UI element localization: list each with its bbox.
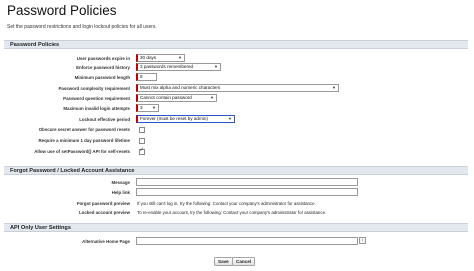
locked-preview-label: Locked account preview bbox=[79, 210, 130, 215]
complexity-label: Password complexity requirement bbox=[58, 86, 131, 91]
section-api-only: API Only User Settings bbox=[4, 223, 468, 232]
forgot-preview-text: If you still can't log in, try the follo… bbox=[137, 201, 316, 206]
cancel-button[interactable]: Cancel bbox=[232, 257, 256, 266]
message-label: Message bbox=[111, 180, 130, 185]
min-length-label: Minimum password length bbox=[74, 75, 130, 80]
question-label: Password question requirement bbox=[63, 96, 130, 101]
api-reset-label: Allow use of setPassword() API for self-… bbox=[34, 149, 130, 154]
home-page-input[interactable] bbox=[136, 237, 358, 245]
chevron-down-icon: ▼ bbox=[214, 64, 218, 69]
history-label: Enforce password history bbox=[76, 65, 130, 70]
expire-label: User passwords expire in bbox=[76, 56, 130, 61]
section-password-policies: Password Policies bbox=[4, 40, 468, 49]
chevron-down-icon: ▼ bbox=[332, 85, 336, 90]
help-link-input[interactable] bbox=[136, 188, 358, 196]
help-link-label: Help link bbox=[111, 190, 130, 195]
message-input[interactable] bbox=[136, 178, 358, 186]
expire-select[interactable]: 30 days ▼ bbox=[136, 54, 185, 62]
lockout-label: Lockout effective period bbox=[79, 117, 130, 122]
home-page-label: Alternative Home Page bbox=[82, 239, 130, 244]
forgot-preview-label: Forgot password preview bbox=[76, 201, 130, 206]
max-attempts-label: Maximum invalid login attempts bbox=[63, 106, 130, 111]
chevron-down-icon: ▼ bbox=[178, 55, 182, 60]
max-attempts-select[interactable]: 3 ▼ bbox=[136, 104, 159, 112]
chevron-down-icon: ▼ bbox=[210, 95, 214, 100]
lockout-select[interactable]: Forever (must be reset by admin) ▼ bbox=[136, 115, 235, 123]
obscure-checkbox[interactable] bbox=[139, 127, 145, 133]
min-length-input[interactable]: 8 bbox=[136, 73, 157, 81]
min-lifetime-label: Require a minimum 1 day password lifetim… bbox=[38, 138, 131, 143]
page-title: Password Policies bbox=[7, 3, 117, 18]
chevron-down-icon: ▼ bbox=[152, 105, 156, 110]
api-reset-checkbox[interactable] bbox=[139, 147, 145, 155]
info-icon[interactable]: i bbox=[359, 237, 366, 244]
page-description: Set the password restrictions and login … bbox=[7, 24, 157, 30]
obscure-label: Obscure secret answer for password reset… bbox=[38, 127, 130, 132]
question-select[interactable]: Cannot contain password ▼ bbox=[136, 94, 217, 102]
save-button[interactable]: Save bbox=[214, 257, 233, 266]
chevron-down-icon: ▼ bbox=[228, 116, 232, 121]
history-select[interactable]: 3 passwords remembered ▼ bbox=[136, 63, 221, 71]
section-forgot-password: Forgot Password / Locked Account Assista… bbox=[4, 166, 468, 175]
locked-preview-text: To re-enable your account, try the follo… bbox=[137, 210, 327, 215]
min-lifetime-checkbox[interactable] bbox=[139, 138, 145, 144]
complexity-select[interactable]: Must mix alpha and numeric characters ▼ bbox=[136, 84, 339, 92]
